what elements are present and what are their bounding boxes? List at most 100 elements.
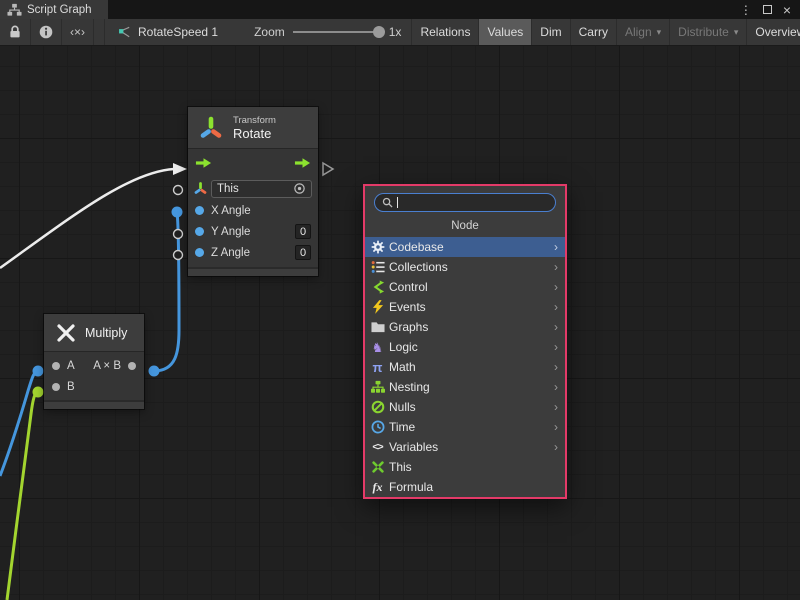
y-angle-row[interactable]: Y Angle 0 (188, 221, 318, 242)
z-angle-port[interactable] (195, 248, 204, 257)
y-angle-port[interactable] (195, 227, 204, 236)
output-port[interactable] (128, 362, 136, 370)
finder-item-formula[interactable]: fx Formula (365, 477, 565, 497)
input-b-label: B (67, 381, 75, 393)
empty-port-zangle[interactable] (174, 251, 183, 260)
chevron-right-icon: › (554, 340, 558, 354)
tab-bar: Script Graph ⋮ × (0, 0, 800, 19)
chevron-right-icon: › (554, 380, 558, 394)
carry-button[interactable]: Carry (571, 19, 617, 45)
transform-icon (198, 115, 224, 141)
zoom-slider[interactable] (293, 31, 381, 33)
this-field-value: This (217, 183, 239, 195)
wire-multiply-to-xangle (154, 212, 179, 371)
multiply-icon (56, 323, 76, 343)
graph-toolbar: ‹×› RotateSpeed 1 Zoom 1x Relations Valu… (0, 19, 800, 46)
input-a-label: A (67, 360, 75, 372)
flow-continue-triangle[interactable] (323, 163, 333, 175)
multiply-row-a[interactable]: A A × B (44, 355, 144, 376)
flow-wire (0, 169, 174, 268)
finder-item-nesting[interactable]: Nesting › (365, 377, 565, 397)
zoom-slider-handle[interactable] (373, 26, 385, 38)
finder-item-variables[interactable]: <> Variables › (365, 437, 565, 457)
window-menu-icon[interactable]: ⋮ (740, 4, 752, 16)
graph-name: RotateSpeed 1 (138, 25, 218, 39)
object-picker-icon[interactable] (293, 182, 306, 195)
z-angle-row[interactable]: Z Angle 0 (188, 242, 318, 263)
align-caret-icon: ▾ (657, 27, 662, 38)
align-label: Align (625, 25, 652, 39)
finder-search-field[interactable] (374, 193, 556, 212)
clock-icon (369, 419, 386, 435)
relations-button[interactable]: Relations (411, 19, 479, 45)
x-angle-label: X Angle (211, 205, 251, 217)
y-angle-value-field[interactable]: 0 (295, 224, 311, 239)
wire-endpoint-a[interactable] (33, 366, 44, 377)
finder-item-label: Collections (389, 260, 448, 274)
finder-search-wrap (374, 193, 556, 212)
z-angle-value-field[interactable]: 0 (295, 245, 311, 260)
finder-item-time[interactable]: Time › (365, 417, 565, 437)
flow-output-arrow-icon[interactable] (294, 157, 311, 169)
finder-item-control[interactable]: Control › (365, 277, 565, 297)
overview-button[interactable]: Overview (747, 19, 800, 45)
lock-button[interactable] (0, 19, 31, 45)
output-label: A × B (93, 360, 121, 372)
x-angle-port[interactable] (195, 206, 204, 215)
finder-item-label: Nesting (389, 380, 430, 394)
finder-item-this[interactable]: This (365, 457, 565, 477)
graph-canvas[interactable]: Transform Rotate (0, 46, 800, 600)
null-circle-icon (369, 399, 386, 415)
input-b-port[interactable] (52, 383, 60, 391)
finder-item-events[interactable]: Events › (365, 297, 565, 317)
wire-endpoint-multiply-output[interactable] (149, 366, 160, 377)
input-a-port[interactable] (52, 362, 60, 370)
knight-icon: ♞ (369, 339, 386, 355)
values-button[interactable]: Values (479, 19, 532, 45)
this-object-field[interactable]: This (211, 180, 312, 198)
transform-mini-icon (194, 182, 207, 195)
align-dropdown[interactable]: Align ▾ (617, 19, 670, 45)
gear-icon (369, 239, 386, 255)
finder-item-math[interactable]: π Math › (365, 357, 565, 377)
code-icon: ‹×› (70, 25, 85, 39)
multiply-row-b[interactable]: B (44, 376, 144, 397)
multiply-title: Multiply (85, 326, 127, 340)
maximize-icon[interactable] (763, 5, 772, 14)
info-button[interactable] (31, 19, 62, 45)
distribute-dropdown[interactable]: Distribute ▾ (670, 19, 747, 45)
wire-endpoint-xangle[interactable] (172, 207, 183, 218)
finder-item-label: Logic (389, 340, 418, 354)
window-controls: ⋮ × (740, 0, 800, 19)
tab-script-graph[interactable]: Script Graph (0, 0, 108, 19)
lightning-icon (369, 299, 386, 315)
search-input[interactable] (402, 197, 548, 209)
empty-port-yangle[interactable] (174, 230, 183, 239)
x-angle-row[interactable]: X Angle (188, 200, 318, 221)
finder-item-label: Formula (389, 480, 433, 494)
finder-item-logic[interactable]: ♞ Logic › (365, 337, 565, 357)
dim-label: Dim (540, 25, 561, 39)
multiply-node[interactable]: Multiply A A × B B (44, 314, 144, 409)
values-label: Values (487, 25, 523, 39)
graph-breadcrumb[interactable]: RotateSpeed 1 (104, 19, 230, 45)
distribute-label: Distribute (678, 25, 729, 39)
finder-item-nulls[interactable]: Nulls › (365, 397, 565, 417)
finder-item-codebase[interactable]: Codebase › (365, 237, 565, 257)
this-port-row: This (188, 177, 318, 200)
empty-port-this[interactable] (174, 186, 183, 195)
org-chart-icon (369, 379, 386, 395)
unity-script-graph-window: Script Graph ⋮ × ‹×› (0, 0, 800, 600)
finder-item-collections[interactable]: Collections › (365, 257, 565, 277)
code-view-button[interactable]: ‹×› (62, 19, 94, 45)
wire-endpoint-b[interactable] (33, 387, 44, 398)
transform-node-header: Transform Rotate (188, 107, 318, 149)
dim-button[interactable]: Dim (532, 19, 570, 45)
info-icon (38, 24, 54, 40)
close-icon[interactable]: × (783, 3, 791, 17)
transform-rotate-node[interactable]: Transform Rotate (188, 107, 318, 276)
search-icon (382, 197, 393, 208)
flow-input-arrow-icon[interactable] (195, 157, 212, 169)
multiply-node-header: Multiply (44, 314, 144, 352)
finder-item-graphs[interactable]: Graphs › (365, 317, 565, 337)
